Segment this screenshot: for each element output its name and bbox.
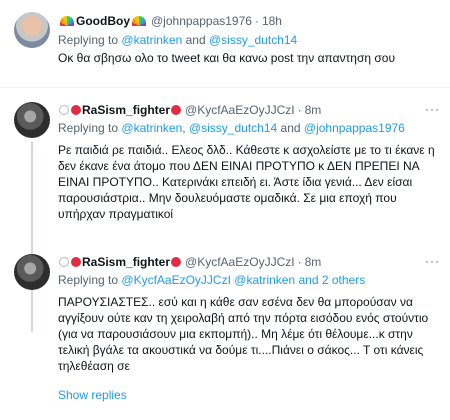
user-handle[interactable]: @KycfAaEzOyJJCzI	[185, 254, 295, 270]
replying-to-label: Replying to	[58, 121, 119, 135]
tweet-1[interactable]: GoodBoy @johnpappas1976 · 18h Replying t…	[0, 0, 450, 82]
display-name[interactable]: GoodBoy	[76, 13, 130, 29]
more-options-icon[interactable]: ···	[425, 254, 440, 268]
tweet-header: GoodBoy @johnpappas1976 · 18h	[58, 13, 440, 29]
tweet-3[interactable]: RaSism_fighter @KycfAaEzOyJJCzI · 8m Rep…	[0, 240, 450, 380]
show-replies-link[interactable]: Show replies	[58, 388, 127, 402]
mention-link[interactable]: @johnpappas1976	[304, 121, 405, 135]
mention-link[interactable]: @sissy_dutch14	[189, 121, 277, 135]
red-circle-icon	[171, 105, 182, 115]
rainbow-flag-icon	[60, 16, 74, 26]
mention-link[interactable]: @sissy_dutch14	[209, 33, 297, 47]
display-name[interactable]: RaSism_fighter	[82, 254, 170, 270]
separator-dot: ·	[254, 14, 259, 28]
replying-to-label: Replying to	[58, 33, 119, 47]
tweet-header: RaSism_fighter @KycfAaEzOyJJCzI · 8m	[58, 102, 440, 118]
and-label: and	[280, 121, 301, 135]
comma-separator: ,	[182, 121, 186, 135]
timestamp[interactable]: 8m	[305, 102, 322, 118]
white-circle-icon	[59, 105, 69, 115]
replying-to-label: Replying to	[58, 273, 119, 287]
replying-to: Replying to @katrinken and @sissy_dutch1…	[58, 32, 440, 48]
white-circle-icon	[59, 257, 69, 267]
avatar[interactable]	[14, 12, 50, 48]
timestamp[interactable]: 8m	[305, 254, 322, 270]
and-others-link[interactable]: and 2 others	[299, 273, 366, 287]
mention-link[interactable]: @katrinken	[234, 273, 295, 287]
red-circle-icon	[171, 257, 182, 267]
tweet-2[interactable]: RaSism_fighter @KycfAaEzOyJJCzI · 8m Rep…	[0, 88, 450, 332]
rainbow-flag-icon	[132, 16, 146, 26]
timestamp[interactable]: 18h	[262, 13, 282, 29]
red-circle-icon	[71, 257, 81, 267]
mention-link[interactable]: @katrinken	[121, 33, 182, 47]
display-name[interactable]: RaSism_fighter	[82, 102, 170, 118]
user-handle[interactable]: @KycfAaEzOyJJCzI	[185, 102, 295, 118]
separator-dot: ·	[297, 255, 302, 269]
mention-link[interactable]: @katrinken	[121, 121, 182, 135]
more-options-icon[interactable]: ···	[425, 102, 440, 116]
mention-link[interactable]: @KycfAaEzOyJJCzI	[121, 273, 231, 287]
separator-dot: ·	[297, 103, 302, 117]
tweet-text: Ρε παιδιά ρε παιδιά.. Ελεος δλδ.. Κάθεστ…	[58, 143, 435, 221]
and-label: and	[185, 33, 206, 47]
tweet-text: Οκ θα σβησω ολο το tweet και θα κανω pos…	[58, 51, 396, 65]
avatar[interactable]	[14, 254, 50, 290]
tweet-text: ΠΑΡΟΥΣΙΑΣΤΕΣ.. εσύ και η κάθε σαν εσένα …	[58, 295, 429, 373]
replying-to: Replying to @katrinken, @sissy_dutch14 a…	[58, 120, 440, 136]
tweet-header: RaSism_fighter @KycfAaEzOyJJCzI · 8m	[58, 254, 440, 270]
user-handle[interactable]: @johnpappas1976	[151, 13, 252, 29]
red-circle-icon	[71, 105, 81, 115]
replying-to: Replying to @KycfAaEzOyJJCzI @katrinken …	[58, 272, 440, 288]
avatar[interactable]	[14, 102, 50, 138]
